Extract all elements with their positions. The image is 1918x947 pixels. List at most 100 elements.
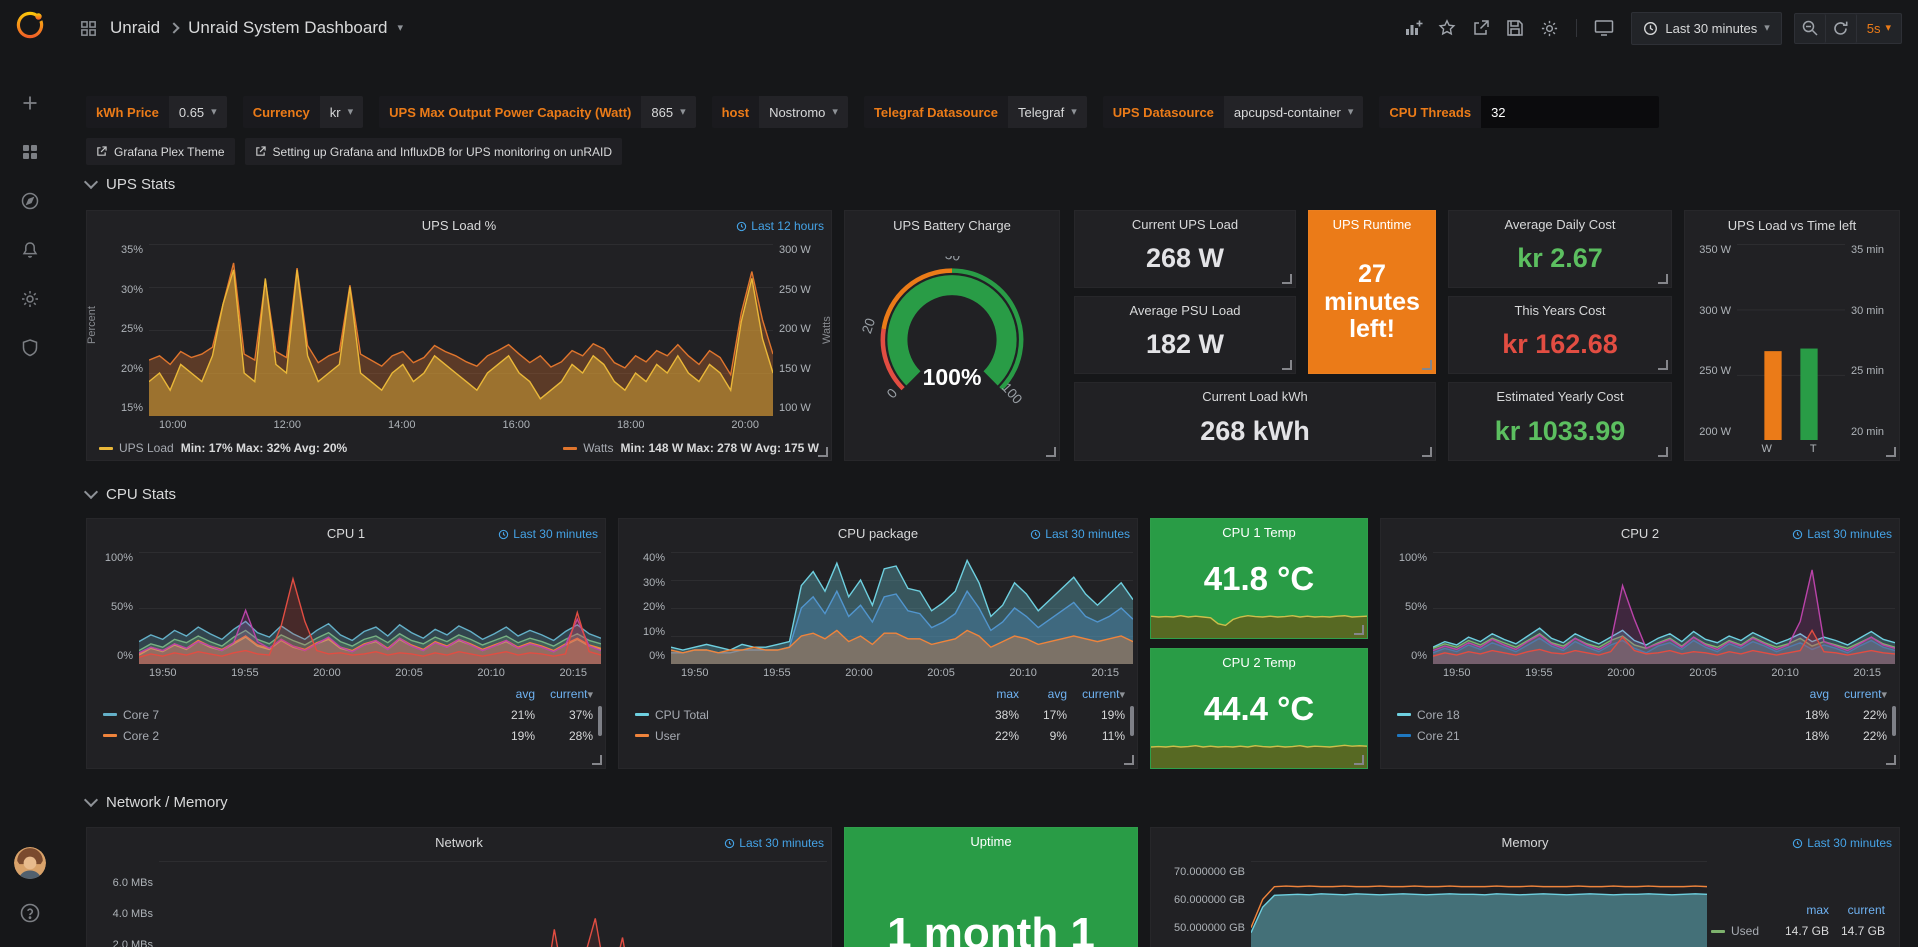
- panel-resize-handle[interactable]: [1658, 447, 1668, 457]
- chart-memory[interactable]: [1251, 861, 1707, 947]
- section-network-memory[interactable]: Network / Memory: [86, 790, 228, 814]
- chart-network[interactable]: [159, 861, 827, 947]
- panel-title[interactable]: UPS Runtime: [1333, 217, 1412, 232]
- legend-scrollbar[interactable]: [598, 706, 602, 736]
- panel-title[interactable]: UPS Load vs Time left: [1728, 218, 1857, 233]
- legend-series[interactable]: Used: [1731, 924, 1773, 938]
- share-button[interactable]: [1466, 13, 1496, 43]
- panel-title[interactable]: Estimated Yearly Cost: [1496, 389, 1623, 404]
- chart-cpu-1[interactable]: [139, 552, 601, 664]
- variable-value[interactable]: Nostromo▾: [759, 96, 848, 128]
- legend-header[interactable]: max: [971, 687, 1019, 701]
- panel-resize-handle[interactable]: [1658, 274, 1668, 284]
- panel-title[interactable]: CPU 2 Temp: [1222, 655, 1295, 670]
- zoom-out-button[interactable]: [1795, 14, 1826, 43]
- variable-value[interactable]: 865▾: [641, 96, 695, 128]
- user-avatar[interactable]: [14, 847, 46, 879]
- variable-value[interactable]: Telegraf▾: [1008, 96, 1087, 128]
- panel-resize-handle[interactable]: [1354, 755, 1364, 765]
- legend-series[interactable]: CPU Total: [655, 708, 971, 722]
- legend-header-current[interactable]: current▾: [1829, 687, 1887, 701]
- legend-scrollbar[interactable]: [1892, 706, 1896, 736]
- chart-cpu-2[interactable]: [1433, 552, 1895, 664]
- add-panel-button[interactable]: [1398, 13, 1428, 43]
- explore-button[interactable]: [18, 189, 42, 213]
- panel-title[interactable]: Average Daily Cost: [1504, 217, 1615, 232]
- panel-resize-handle[interactable]: [1046, 447, 1056, 457]
- legend-series[interactable]: Core 7: [123, 708, 487, 722]
- variable-value[interactable]: apcupsd-container▾: [1224, 96, 1364, 128]
- axis-tick: 0%: [117, 650, 133, 662]
- alerting-button[interactable]: [18, 238, 42, 262]
- time-range-picker[interactable]: Last 30 minutes ▾: [1631, 12, 1781, 45]
- chart-ups-load-vs-time[interactable]: [1737, 244, 1845, 440]
- legend-series[interactable]: UPS Load: [119, 441, 174, 455]
- panel-resize-handle[interactable]: [592, 755, 602, 765]
- dashboards-button[interactable]: [18, 140, 42, 164]
- panel-resize-handle[interactable]: [818, 447, 828, 457]
- y-axis-left: 70.000000 GB60.000000 GB50.000000 GB: [1155, 857, 1251, 947]
- panel-resize-handle[interactable]: [1886, 755, 1896, 765]
- panel-title[interactable]: UPS Load %: [422, 218, 496, 233]
- panel-title[interactable]: Network: [435, 835, 483, 850]
- panel-title[interactable]: Current UPS Load: [1132, 217, 1238, 232]
- panel-title[interactable]: CPU 2: [1621, 526, 1659, 541]
- variable-value[interactable]: kr▾: [320, 96, 363, 128]
- cpu-threads-input[interactable]: [1481, 96, 1659, 128]
- panel-resize-handle[interactable]: [1124, 755, 1134, 765]
- panel-title[interactable]: CPU 1 Temp: [1222, 525, 1295, 540]
- legend-header-current[interactable]: current▾: [535, 687, 593, 701]
- legend-header[interactable]: avg: [1781, 687, 1829, 701]
- dashboard-link-ups-monitoring-guide[interactable]: Setting up Grafana and InfluxDB for UPS …: [245, 138, 623, 165]
- legend-scrollbar[interactable]: [1130, 706, 1134, 736]
- legend-series[interactable]: Core 21: [1417, 729, 1781, 743]
- save-button[interactable]: [1500, 13, 1530, 43]
- chart-cpu-package[interactable]: [671, 552, 1133, 664]
- panel-resize-handle[interactable]: [1354, 625, 1364, 635]
- panel-title[interactable]: Memory: [1502, 835, 1549, 850]
- legend-header[interactable]: current: [1829, 903, 1885, 917]
- section-cpu-stats[interactable]: CPU Stats: [86, 482, 176, 506]
- panel-title[interactable]: Uptime: [970, 834, 1011, 849]
- dashboard-link-grafana-plex-theme[interactable]: Grafana Plex Theme: [86, 138, 235, 165]
- configuration-button[interactable]: [18, 287, 42, 311]
- legend-header[interactable]: avg: [1019, 687, 1067, 701]
- chart-ups-load[interactable]: [149, 244, 773, 416]
- panel-title[interactable]: Current Load kWh: [1202, 389, 1308, 404]
- panel-memory: Memory Last 30 minutes 70.000000 GB60.00…: [1150, 827, 1900, 947]
- panel-resize-handle[interactable]: [1658, 360, 1668, 370]
- dashboard-settings-button[interactable]: [1534, 13, 1564, 43]
- panel-resize-handle[interactable]: [1282, 360, 1292, 370]
- dashboard-title[interactable]: Unraid System Dashboard: [188, 18, 387, 38]
- legend-header-current[interactable]: current▾: [1067, 687, 1125, 701]
- panel-resize-handle[interactable]: [1282, 274, 1292, 284]
- variable-value[interactable]: 0.65▾: [169, 96, 227, 128]
- legend-series[interactable]: Watts: [583, 441, 613, 455]
- server-admin-button[interactable]: [18, 336, 42, 360]
- star-button[interactable]: [1432, 13, 1462, 43]
- legend-series[interactable]: Core 2: [123, 729, 487, 743]
- chevron-down-icon[interactable]: ▾: [397, 23, 403, 34]
- axis-tick: 200 W: [1699, 426, 1731, 438]
- panel-title[interactable]: Average PSU Load: [1129, 303, 1240, 318]
- panel-title[interactable]: CPU package: [838, 526, 918, 541]
- panel-resize-handle[interactable]: [1422, 360, 1432, 370]
- panel-title[interactable]: UPS Battery Charge: [893, 218, 1011, 233]
- legend-header[interactable]: avg: [487, 687, 535, 701]
- dashboard-grid-icon[interactable]: [76, 16, 100, 40]
- create-button[interactable]: [18, 91, 42, 115]
- legend-series[interactable]: User: [655, 729, 971, 743]
- legend-header[interactable]: max: [1773, 903, 1829, 917]
- breadcrumb-folder[interactable]: Unraid: [110, 18, 160, 38]
- legend-series[interactable]: Core 18: [1417, 708, 1781, 722]
- panel-resize-handle[interactable]: [1422, 447, 1432, 457]
- help-button[interactable]: [18, 901, 42, 925]
- panel-title[interactable]: This Years Cost: [1514, 303, 1605, 318]
- section-ups-stats[interactable]: UPS Stats: [86, 172, 175, 196]
- refresh-button[interactable]: [1826, 14, 1857, 43]
- cycle-view-mode-button[interactable]: [1589, 13, 1619, 43]
- grafana-logo[interactable]: [13, 8, 47, 47]
- panel-resize-handle[interactable]: [1886, 447, 1896, 457]
- panel-title[interactable]: CPU 1: [327, 526, 365, 541]
- refresh-interval-select[interactable]: 5s ▾: [1857, 14, 1901, 43]
